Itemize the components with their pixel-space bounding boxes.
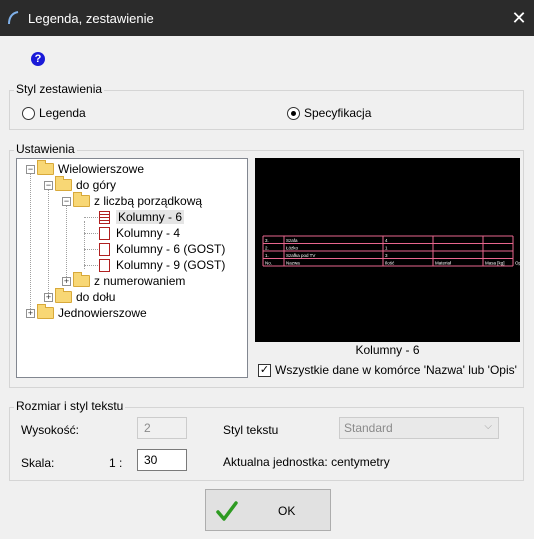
checkmark-icon xyxy=(216,501,238,521)
styl-zestawienia-group xyxy=(9,90,524,130)
preview-cell: Szafa xyxy=(286,238,298,243)
preview-cell: Szafka pod TV xyxy=(286,253,315,258)
styl-zestawienia-label: Styl zestawienia xyxy=(14,82,105,96)
legenda-label: Legenda xyxy=(39,106,86,120)
specyfikacja-label: Specyfikacja xyxy=(304,106,372,120)
document-icon xyxy=(99,210,110,224)
styl-tekstu-label: Styl tekstu xyxy=(223,423,279,437)
document-icon xyxy=(99,258,110,272)
tree-node-kolumny-6[interactable]: Kolumny - 6 xyxy=(99,209,185,225)
preview-cell: Nazwa xyxy=(286,260,300,265)
tree-node-label: do góry xyxy=(76,178,117,192)
tree-node-kolumny-6-gost[interactable]: Kolumny - 6 (GOST) xyxy=(99,241,225,257)
title-bar: Legenda, zestawienie ✕ xyxy=(0,0,534,36)
preview-cell: 2. xyxy=(265,245,269,250)
help-icon[interactable]: ? xyxy=(31,52,45,66)
preview-cell: 4 xyxy=(385,238,388,243)
tree-node-label: Kolumny - 6 (GOST) xyxy=(116,242,226,256)
collapse-toggle[interactable]: − xyxy=(62,197,71,206)
checkbox-label: Wszystkie dane w komórce 'Nazwa' lub 'Op… xyxy=(275,363,517,377)
tree-node-label: do dołu xyxy=(76,290,116,304)
preview-cell: No. xyxy=(265,260,272,265)
tree-node-kolumny-9-gost[interactable]: Kolumny - 9 (GOST) xyxy=(99,257,225,273)
checkbox-box: ✓ xyxy=(258,363,271,377)
tree-node-label: Jednowierszowe xyxy=(58,306,147,320)
close-button[interactable]: ✕ xyxy=(505,6,533,32)
table-preview: 3. Szafa 4 2. Łóżko 1 1. Szafka pod TV 3 No. Nazwa… xyxy=(255,158,525,342)
tree-node-label: Kolumny - 9 (GOST) xyxy=(116,258,226,272)
preview-cell: 3. xyxy=(265,238,269,243)
rozmiar-label: Rozmiar i styl tekstu xyxy=(14,399,126,413)
tree-node-kolumny-4[interactable]: Kolumny - 4 xyxy=(99,225,180,241)
preview-cell: Masa [kg] xyxy=(485,260,505,265)
preview-cell: Opis xyxy=(515,260,520,265)
folder-icon xyxy=(55,176,72,191)
preview-table-drawing: 3. Szafa 4 2. Łóżko 1 1. Szafka pod TV 3 No. Nazwa… xyxy=(262,235,525,267)
aktualna-jednostka: Aktualna jednostka: centymetry xyxy=(223,455,390,469)
tree-node-label: z numerowaniem xyxy=(94,274,186,288)
tree-node-label: Wielowierszowe xyxy=(58,162,145,176)
skala-label: Skala: xyxy=(21,456,55,470)
styl-tekstu-value: Standard xyxy=(344,421,393,435)
expand-toggle[interactable]: + xyxy=(26,309,35,318)
preview-cell: 3 xyxy=(385,253,388,258)
window-title: Legenda, zestawienie xyxy=(28,11,154,26)
tree-node-z-liczba-porzadkowa[interactable]: z liczbą porządkową xyxy=(73,192,203,209)
preview-cell: Materiał xyxy=(435,260,451,265)
preview-cell: Ilość xyxy=(385,260,395,265)
radio-dot-selected xyxy=(287,106,300,120)
ok-label: OK xyxy=(278,504,296,518)
styl-tekstu-select[interactable]: Standard ⌵ xyxy=(339,417,499,439)
ok-button[interactable]: OK xyxy=(205,489,331,531)
settings-tree[interactable]: − Wielowierszowe − do góry − z liczbą po… xyxy=(16,158,248,378)
radio-dot xyxy=(22,106,35,120)
skala-input[interactable]: 30 xyxy=(137,449,187,471)
tree-node-wielowierszowe[interactable]: Wielowierszowe xyxy=(37,160,145,177)
folder-icon xyxy=(55,288,72,303)
tree-node-label: Kolumny - 6 xyxy=(116,210,185,224)
folder-icon xyxy=(73,272,90,287)
tree-node-do-dolu[interactable]: do dołu xyxy=(55,288,116,305)
expand-toggle[interactable]: + xyxy=(62,277,71,286)
chevron-down-icon: ⌵ xyxy=(484,421,492,432)
skala-prefix: 1 : xyxy=(109,456,123,470)
tree-node-jednowierszowe[interactable]: Jednowierszowe xyxy=(37,304,147,321)
wysokosc-input[interactable]: 2 xyxy=(137,417,187,439)
legenda-radio[interactable]: Legenda xyxy=(22,106,86,120)
folder-icon xyxy=(37,160,54,175)
preview-cell: Łóżko xyxy=(286,245,299,250)
tree-node-z-numerowaniem[interactable]: z numerowaniem xyxy=(73,272,186,289)
preview-cell: 1. xyxy=(265,253,269,258)
ustawienia-label: Ustawienia xyxy=(14,142,77,156)
wysokosc-label: Wysokość: xyxy=(21,423,79,437)
wszystkie-dane-checkbox[interactable]: ✓ Wszystkie dane w komórce 'Nazwa' lub '… xyxy=(258,363,517,377)
app-icon xyxy=(8,11,19,25)
document-icon xyxy=(99,226,110,240)
tree-node-label: z liczbą porządkową xyxy=(94,194,203,208)
collapse-toggle[interactable]: − xyxy=(26,165,35,174)
document-icon xyxy=(99,242,110,256)
folder-icon xyxy=(73,192,90,207)
preview-caption: Kolumny - 6 xyxy=(355,343,420,357)
tree-node-do-gory[interactable]: do góry xyxy=(55,176,117,193)
folder-icon xyxy=(37,304,54,319)
preview-cell: 1 xyxy=(385,245,388,250)
specyfikacja-radio[interactable]: Specyfikacja xyxy=(287,106,371,120)
tree-node-label: Kolumny - 4 xyxy=(116,226,181,240)
expand-toggle[interactable]: + xyxy=(44,293,53,302)
collapse-toggle[interactable]: − xyxy=(44,181,53,190)
